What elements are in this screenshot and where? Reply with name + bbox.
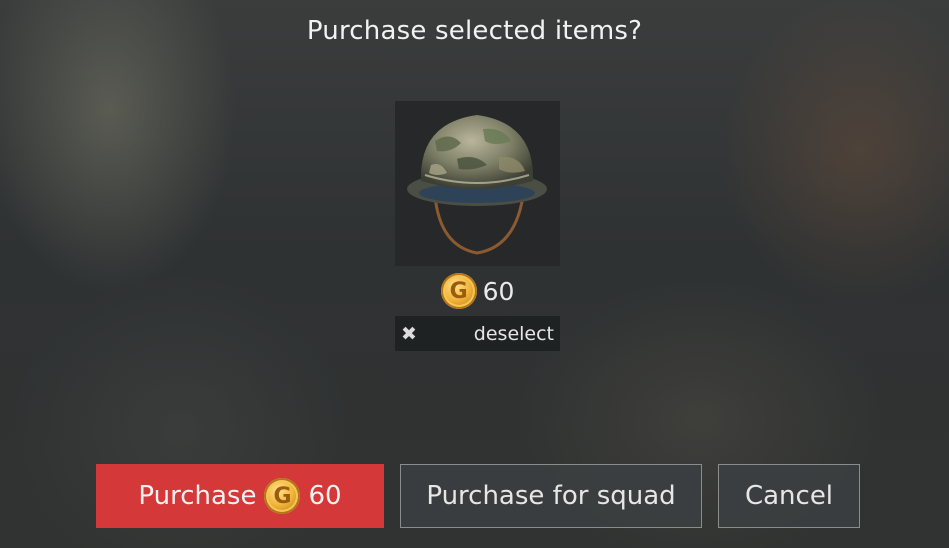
cancel-button[interactable]: Cancel	[718, 464, 860, 528]
purchase-for-squad-label: Purchase for squad	[426, 481, 676, 511]
gold-coin-icon: G	[440, 273, 477, 309]
item-price: G 60	[395, 272, 560, 310]
purchase-button[interactable]: Purchase G 60	[96, 464, 384, 528]
purchase-button-price: 60	[308, 481, 342, 511]
item-card[interactable]	[395, 101, 560, 266]
helmet-icon	[407, 115, 547, 255]
purchase-button-label: Purchase	[138, 481, 257, 511]
dialog-title: Purchase selected items?	[306, 16, 643, 46]
deselect-button[interactable]: ✖ deselect	[395, 316, 560, 351]
purchase-for-squad-button[interactable]: Purchase for squad	[400, 464, 702, 528]
gold-coin-icon: G	[264, 478, 301, 514]
deselect-label: deselect	[473, 322, 554, 345]
item-price-value: 60	[482, 276, 515, 306]
cancel-label: Cancel	[744, 481, 834, 511]
close-icon: ✖	[401, 322, 417, 345]
